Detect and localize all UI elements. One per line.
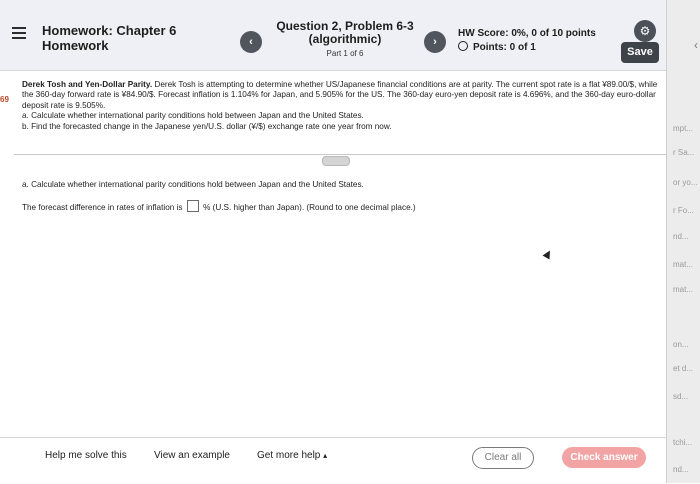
score-panel: HW Score: 0%, 0 of 10 points Points: 0 o… (458, 27, 596, 55)
answer-line: The forecast difference in rates of infl… (22, 200, 662, 212)
chevron-left-icon[interactable]: ‹ (694, 38, 698, 52)
problem-title: Derek Tosh and Yen-Dollar Parity. (22, 80, 153, 89)
side-fragment: mpt... (673, 124, 694, 133)
settings-button[interactable]: ⚙ (634, 20, 656, 42)
gear-icon: ⚙ (639, 24, 651, 38)
expand-collapse-handle[interactable] (322, 156, 350, 166)
side-fragment: sd... (673, 392, 689, 401)
problem-part-b: b. Find the forecasted change in the Jap… (22, 121, 392, 131)
side-fragment: mat... (673, 260, 694, 269)
question-header: Homework: Chapter 6 Homework ‹ Question … (0, 0, 666, 71)
side-panel-strip: mpt... r Sa... or yo... r Fo... nd... ma… (666, 0, 700, 483)
section-divider (14, 154, 666, 155)
footer-toolbar: Help me solve this View an example Get m… (0, 437, 666, 484)
side-fragment: or yo... (673, 178, 698, 187)
help-me-solve-button[interactable]: Help me solve this (45, 450, 127, 461)
caret-up-icon: ▴ (323, 451, 328, 460)
previous-question-button[interactable]: ‹ (240, 31, 262, 53)
question-subtitle: (algorithmic) (308, 32, 382, 46)
save-button[interactable]: Save (621, 42, 659, 63)
answer-hint: (Round to one decimal place.) (306, 203, 416, 212)
side-fragment: nd... (673, 465, 689, 474)
points-value: Points: 0 of 1 (473, 42, 536, 53)
problem-paragraph: Derek Tosh and Yen-Dollar Parity. Derek … (22, 80, 662, 111)
left-edge-marker: 69 (0, 95, 9, 104)
side-fragment: tchi... (673, 438, 693, 447)
mouse-cursor-icon (542, 248, 554, 260)
hamburger-menu-icon[interactable] (12, 27, 26, 39)
answer-input[interactable] (186, 200, 199, 212)
work-area: a. Calculate whether international parit… (22, 180, 662, 223)
side-fragment: r Fo... (673, 206, 694, 215)
homework-title-line2: Homework (42, 38, 109, 53)
answer-suffix: % (U.S. higher than Japan). (203, 203, 305, 212)
side-fragment: et d... (673, 364, 694, 373)
points-circle-icon (458, 41, 468, 51)
question-title-block: Question 2, Problem 6-3 (algorithmic) Pa… (270, 20, 420, 59)
homework-title: Homework: Chapter 6 Homework (42, 23, 176, 53)
next-question-button[interactable]: › (424, 31, 446, 53)
homework-title-line1: Homework: Chapter 6 (42, 23, 177, 38)
chevron-right-icon: › (433, 36, 437, 48)
get-more-help-button[interactable]: Get more help ▴ (257, 450, 327, 461)
hw-score: HW Score: 0%, 0 of 10 points (458, 28, 596, 39)
problem-statement: Derek Tosh and Yen-Dollar Parity. Derek … (22, 80, 662, 132)
get-more-help-label: Get more help (257, 450, 321, 461)
view-example-button[interactable]: View an example (154, 450, 230, 461)
chevron-left-icon: ‹ (249, 36, 253, 48)
question-part-indicator: Part 1 of 6 (326, 49, 364, 58)
part-a-question: a. Calculate whether international parit… (22, 180, 364, 189)
problem-part-a: a. Calculate whether international parit… (22, 111, 364, 121)
side-fragment: r Sa... (673, 148, 695, 157)
side-fragment: mat... (673, 285, 694, 294)
points-row: Points: 0 of 1 (458, 41, 596, 55)
side-fragment: on... (673, 340, 689, 349)
answer-prefix: The forecast difference in rates of infl… (22, 203, 183, 212)
check-answer-button[interactable]: Check answer (562, 447, 646, 468)
clear-all-button[interactable]: Clear all (472, 447, 534, 469)
side-fragment: nd... (673, 232, 689, 241)
